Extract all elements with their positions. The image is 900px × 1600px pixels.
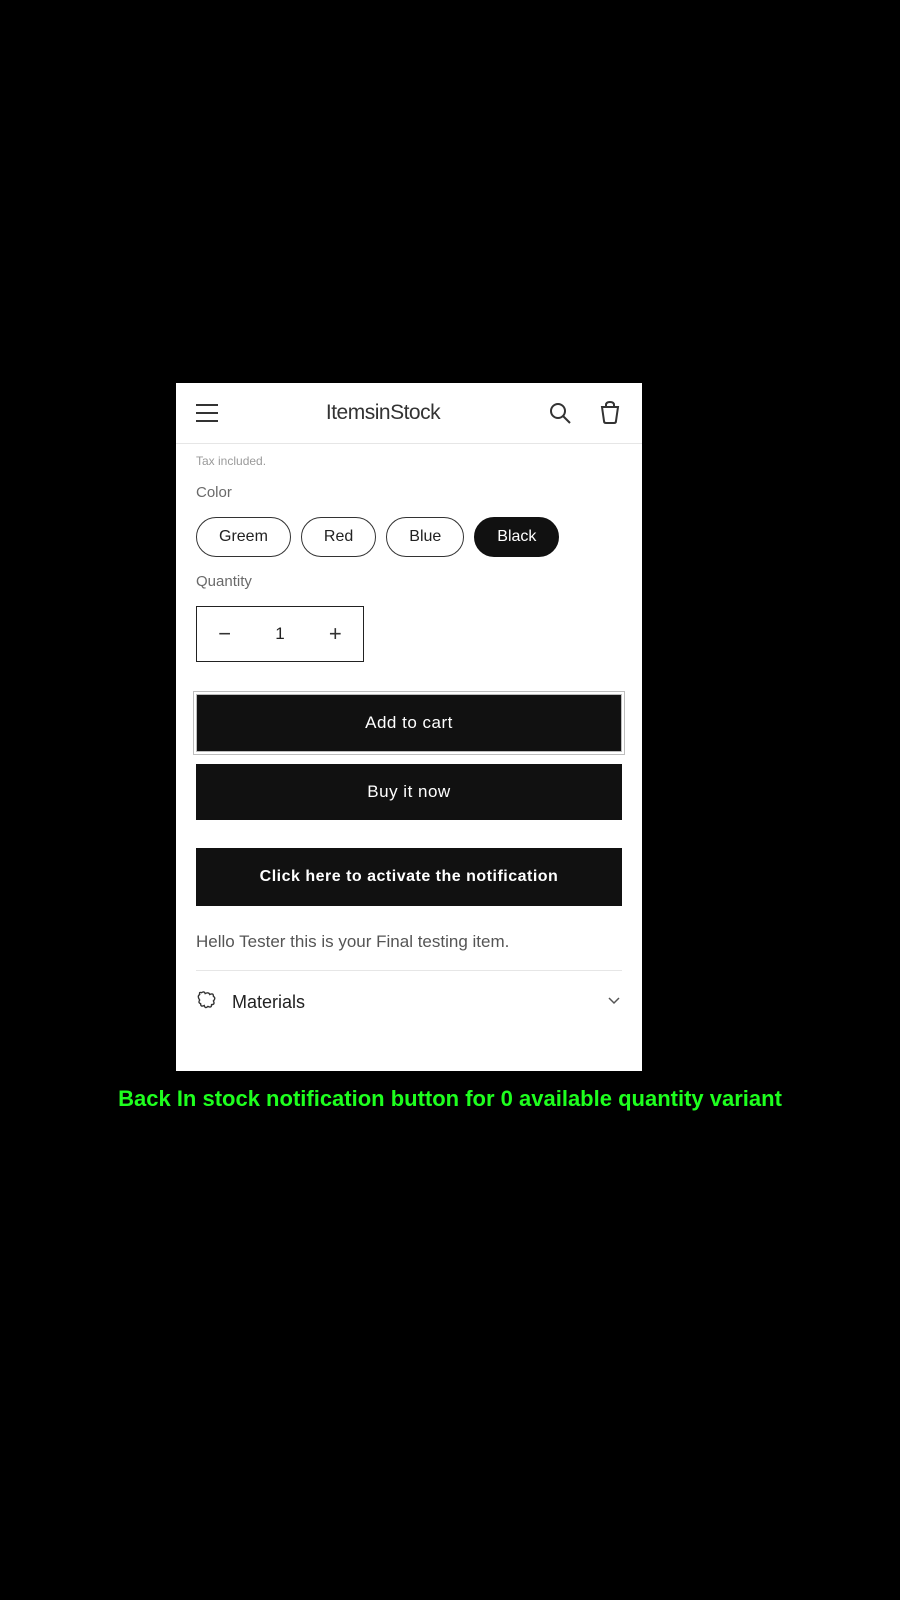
quantity-decrease-button[interactable]: − [197, 607, 252, 661]
search-button[interactable] [548, 401, 572, 425]
materials-icon [196, 989, 218, 1016]
hamburger-icon [196, 404, 218, 422]
cart-button[interactable] [598, 401, 622, 425]
materials-label: Materials [232, 992, 606, 1013]
header-actions [548, 401, 622, 425]
cart-icon [598, 401, 622, 425]
product-description: Hello Tester this is your Final testing … [176, 906, 642, 970]
materials-accordion[interactable]: Materials [196, 970, 622, 1034]
color-option-black[interactable]: Black [474, 517, 559, 557]
color-option-blue[interactable]: Blue [386, 517, 464, 557]
buy-now-button[interactable]: Buy it now [196, 764, 622, 820]
color-option-red[interactable]: Red [301, 517, 376, 557]
tax-included-note: Tax included. [176, 444, 642, 468]
color-options: Greem Red Blue Black [196, 517, 622, 557]
quantity-section: Quantity − 1 + [176, 557, 642, 662]
back-in-stock-notify-button[interactable]: Click here to activate the notification [196, 848, 622, 906]
search-icon [548, 401, 572, 425]
add-to-cart-button[interactable]: Add to cart [196, 694, 622, 752]
annotation-caption: Back In stock notification button for 0 … [0, 1086, 900, 1112]
chevron-down-icon [606, 992, 622, 1013]
quantity-label: Quantity [196, 573, 622, 590]
quantity-stepper: − 1 + [196, 606, 364, 662]
quantity-value: 1 [252, 624, 307, 644]
site-header: ItemsinStock [176, 383, 642, 444]
color-section: Color Greem Red Blue Black [176, 468, 642, 557]
mobile-view: ItemsinStock Tax included. Color Greem R… [176, 383, 642, 1071]
color-label: Color [196, 484, 622, 501]
site-title: ItemsinStock [326, 401, 440, 425]
menu-button[interactable] [196, 404, 218, 422]
quantity-increase-button[interactable]: + [308, 607, 363, 661]
color-option-greem[interactable]: Greem [196, 517, 291, 557]
